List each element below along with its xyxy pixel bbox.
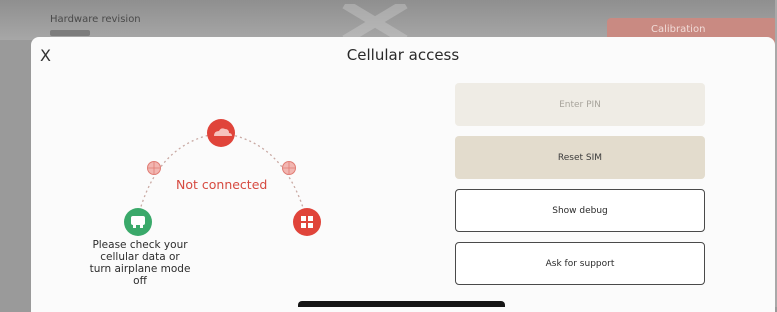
modal-title: Cellular access	[346, 46, 460, 64]
device-icon	[124, 208, 152, 236]
cloud-icon	[207, 119, 235, 147]
reset-sim-button[interactable]: Reset SIM	[455, 136, 705, 179]
home-indicator[interactable]	[298, 301, 505, 307]
background-calibration-label: Calibration	[651, 24, 706, 35]
hardware-revision-value	[50, 30, 90, 36]
background-x-shape	[342, 4, 408, 40]
background-page: Hardware revision Calibration	[0, 0, 777, 46]
help-line: cellular data or	[100, 251, 180, 263]
globe-icon-left	[147, 161, 161, 175]
help-line: Please check your	[92, 239, 188, 251]
help-line: turn airplane mode	[89, 263, 191, 275]
cellular-access-modal: X Cellular access Not connected Please c…	[31, 37, 775, 312]
connection-status-text: Not connected	[176, 177, 268, 192]
hardware-revision-label: Hardware revision	[50, 14, 141, 25]
help-line: off	[133, 275, 147, 287]
sim-icon	[293, 208, 321, 236]
enter-pin-button[interactable]: Enter PIN	[455, 83, 705, 126]
help-message: Please check your cellular data or turn …	[85, 239, 195, 287]
show-debug-button[interactable]: Show debug	[455, 189, 705, 232]
globe-icon-right	[282, 161, 296, 175]
ask-support-label: Ask for support	[545, 258, 615, 269]
ask-support-button[interactable]: Ask for support	[455, 242, 705, 285]
enter-pin-label: Enter PIN	[559, 99, 601, 110]
show-debug-label: Show debug	[552, 205, 608, 216]
reset-sim-label: Reset SIM	[557, 152, 603, 163]
